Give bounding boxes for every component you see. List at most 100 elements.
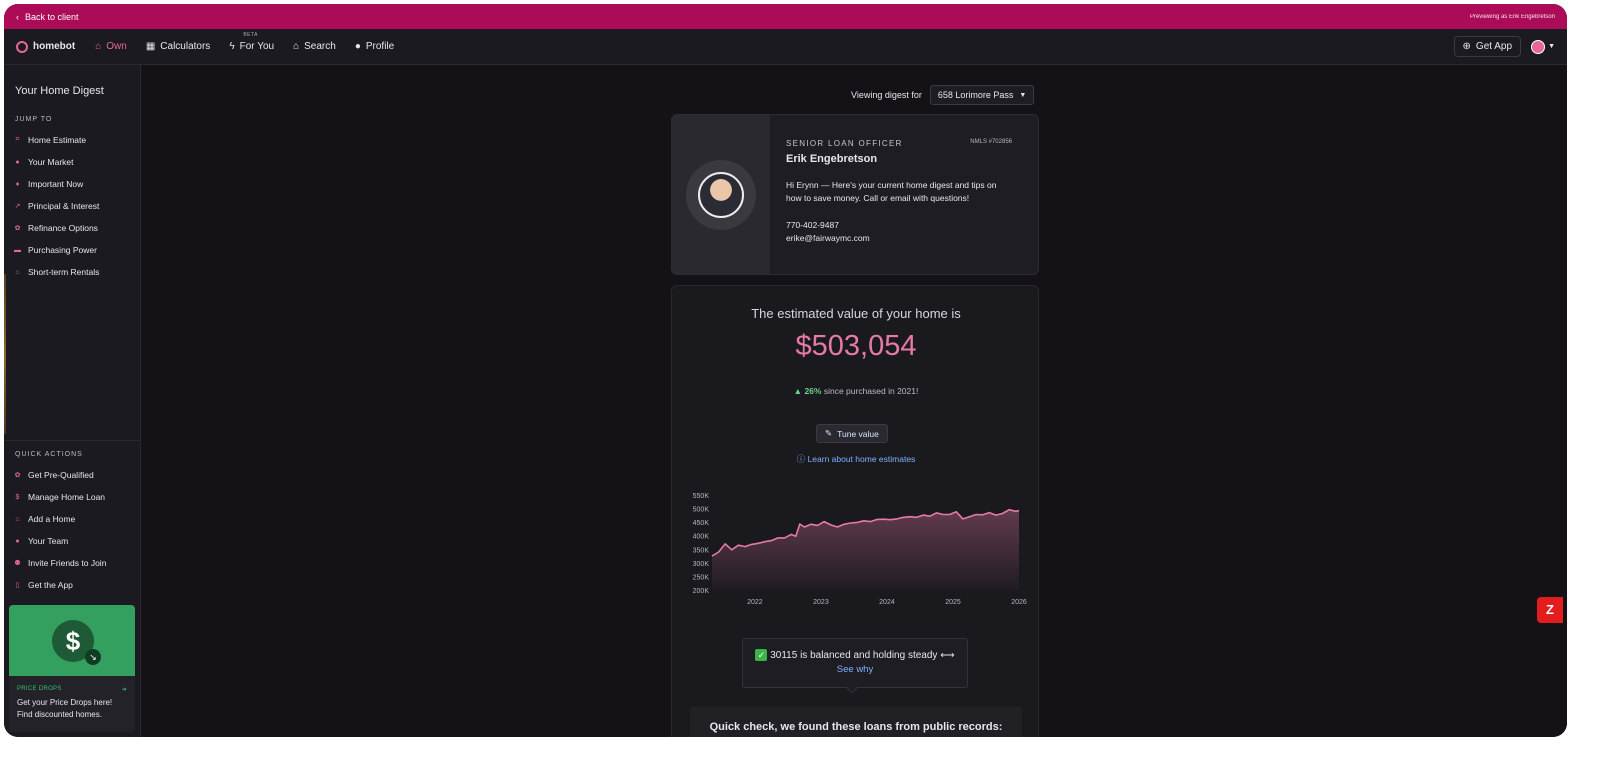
sidebar-item-important-now[interactable]: ♦ Important Now xyxy=(4,173,140,195)
phone-link[interactable]: 770-402-9487 xyxy=(786,219,1026,232)
sidebar-title: Your Home Digest xyxy=(15,85,104,97)
homebot-logo-icon xyxy=(16,40,28,53)
viewing-label: Viewing digest for xyxy=(851,90,922,100)
sidebar-item-add-a-home[interactable]: ⌂ Add a Home xyxy=(4,508,141,530)
dollar-icon: $ xyxy=(15,493,20,501)
y-tick-label: 400K xyxy=(693,534,710,541)
arrow-circle-icon[interactable]: ➜ xyxy=(122,686,127,693)
digest-main: Viewing digest for 658 Lorimore Pass ▼ S… xyxy=(141,65,1567,737)
sidebar-item-your-market[interactable]: ● Your Market xyxy=(4,151,140,173)
y-tick-label: 250K xyxy=(693,574,710,581)
info-icon: ⓘ xyxy=(796,454,806,464)
trend-icon: ↗ xyxy=(14,203,21,210)
previewing-as-label: Previewing as Erik Engebretson xyxy=(1469,13,1555,20)
sidebar-item-principal-interest[interactable]: ↗ Principal & Interest xyxy=(4,195,140,217)
email-link[interactable]: erike@fairwaymc.com xyxy=(786,232,1026,245)
people-icon: ⚉ xyxy=(14,560,21,567)
tune-value-button[interactable]: ✎ Tune value xyxy=(816,424,888,443)
wallet-icon: ▬ xyxy=(14,246,21,254)
y-tick-label: 200K xyxy=(693,588,710,595)
sidebar-item-short-term-rentals[interactable]: ⌂ Short-term Rentals xyxy=(4,261,140,283)
rental-icon: ⌂ xyxy=(15,268,20,276)
trend-down-icon: ↘ xyxy=(85,649,101,665)
price-drops-label: PRICE DROPS xyxy=(17,686,62,692)
triangle-up-icon: ▲ xyxy=(793,386,803,396)
estimate-change: ▲ 26% since purchased in 2021! xyxy=(793,386,919,396)
price-drops-text: Get your Price Drops here! Find discount… xyxy=(17,698,113,719)
quick-check-heading: Quick check, we found these loans from p… xyxy=(690,707,1022,737)
nmls-number: NMLS #702856 xyxy=(970,139,1012,145)
viewing-digest: Viewing digest for 658 Lorimore Pass ▼ xyxy=(851,85,1035,105)
nav-search[interactable]: ⌂ Search xyxy=(293,41,336,52)
back-to-client-button[interactable]: ‹ Back to client xyxy=(16,12,79,22)
calculator-icon: ▦ xyxy=(145,41,156,52)
left-right-arrow-icon: ⟷ xyxy=(940,650,955,661)
check-icon: ✓ xyxy=(755,649,768,661)
wrench-icon: ✎ xyxy=(825,428,833,438)
loan-officer-name: Erik Engebretson xyxy=(786,153,878,165)
download-icon: ⊕ xyxy=(1462,41,1471,52)
nav-for-you[interactable]: BETA ϟ For You xyxy=(229,32,274,52)
x-tick-label: 2023 xyxy=(813,599,829,606)
preview-bar: ‹ Back to client Previewing as Erik Enge… xyxy=(4,4,1567,29)
person-icon: ● xyxy=(354,41,361,52)
house-icon: ⌂ xyxy=(95,41,102,52)
zillow-widget-button[interactable]: Z xyxy=(1537,597,1563,623)
x-tick-label: 2026 xyxy=(1011,599,1027,606)
price-drops-card[interactable]: $ ↘ PRICE DROPS ➜ Get your Price Drops h… xyxy=(9,605,135,732)
phone-icon: ▯ xyxy=(15,582,20,589)
beta-badge: BETA xyxy=(243,32,259,38)
x-tick-label: 2025 xyxy=(945,599,961,606)
home-value-chart: 550K 500K 450K 400K 350K 300K 250K 200K 2022 2023… xyxy=(693,493,1027,606)
caret-down-icon: ▼ xyxy=(1548,43,1555,50)
y-tick-label: 300K xyxy=(693,561,710,568)
loan-officer-message: Hi Erynn — Here's your current home dige… xyxy=(786,180,997,203)
sidebar-item-get-pre-qualified[interactable]: ✿ Get Pre-Qualified xyxy=(4,464,141,486)
y-tick-label: 350K xyxy=(693,547,710,554)
diamond-icon: ♦ xyxy=(15,180,20,188)
market-status-card: ✓ 30115 is balanced and holding steady ⟷… xyxy=(742,638,968,694)
sidebar-item-invite-friends[interactable]: ⚉ Invite Friends to Join xyxy=(4,552,141,574)
pin-icon: ● xyxy=(15,158,20,166)
sidebar-item-your-team[interactable]: ● Your Team xyxy=(4,530,141,552)
main-nav: homebot ⌂ Own ▦ Calculators BETA ϟ For Y… xyxy=(4,29,1567,65)
sidebar-item-get-the-app[interactable]: ▯ Get the App xyxy=(4,574,141,596)
address-select[interactable]: 658 Lorimore Pass ▼ xyxy=(929,85,1035,105)
nav-calculators[interactable]: ▦ Calculators xyxy=(146,41,210,52)
sidebar-divider xyxy=(4,440,141,441)
chevron-left-icon: ‹ xyxy=(16,11,19,22)
sidebar-item-refinance-options[interactable]: ✿ Refinance Options xyxy=(4,217,140,239)
y-tick-label: 450K xyxy=(693,520,710,527)
estimate-title: The estimated value of your home is xyxy=(751,306,961,321)
learn-estimates-link[interactable]: ⓘ Learn about home estimates xyxy=(672,453,1040,465)
badge-icon: ✿ xyxy=(14,225,21,232)
sidebar-item-home-estimate[interactable]: ⌗ Home Estimate xyxy=(4,129,140,151)
nav-own[interactable]: ⌂ Own xyxy=(95,41,127,52)
person-icon: ● xyxy=(15,537,20,545)
quick-actions: QUICK ACTIONS ✿ Get Pre-Qualified $ Manage… xyxy=(4,447,141,596)
loan-officer-card: SENIOR LOAN OFFICER NMLS #702856 Erik En… xyxy=(671,114,1039,275)
quick-actions-heading: QUICK ACTIONS xyxy=(15,451,83,458)
get-app-button[interactable]: ⊕ Get App xyxy=(1453,36,1522,57)
sidebar-item-manage-home-loan[interactable]: $ Manage Home Loan xyxy=(4,486,141,508)
avatar xyxy=(1531,39,1546,54)
y-tick-label: 500K xyxy=(693,507,710,514)
home-search-icon: ⌂ xyxy=(293,41,300,52)
homebot-logo[interactable]: homebot xyxy=(16,40,75,53)
home-estimate-card: The estimated value of your home is $503… xyxy=(671,285,1039,737)
ribbon-icon: ✿ xyxy=(14,472,21,479)
market-status-text: 30115 is balanced and holding steady xyxy=(770,650,938,661)
nav-profile[interactable]: ● Profile xyxy=(355,41,394,52)
loan-officer-photo xyxy=(698,172,744,218)
chart-icon: ⌗ xyxy=(15,136,20,143)
x-tick-label: 2024 xyxy=(879,599,895,606)
estimate-value: $503,054 xyxy=(795,330,917,362)
house-plus-icon: ⌂ xyxy=(15,515,20,523)
account-menu[interactable]: ▼ xyxy=(1531,39,1555,54)
price-drops-illustration: $ ↘ xyxy=(9,605,135,676)
sidebar-item-purchasing-power[interactable]: ▬ Purchasing Power xyxy=(4,239,140,261)
app-window: ‹ Back to client Previewing as Erik Enge… xyxy=(4,4,1567,737)
see-why-link[interactable]: See why xyxy=(743,664,967,675)
caret-down-icon: ▼ xyxy=(1019,91,1027,99)
y-tick-label: 550K xyxy=(693,493,710,500)
